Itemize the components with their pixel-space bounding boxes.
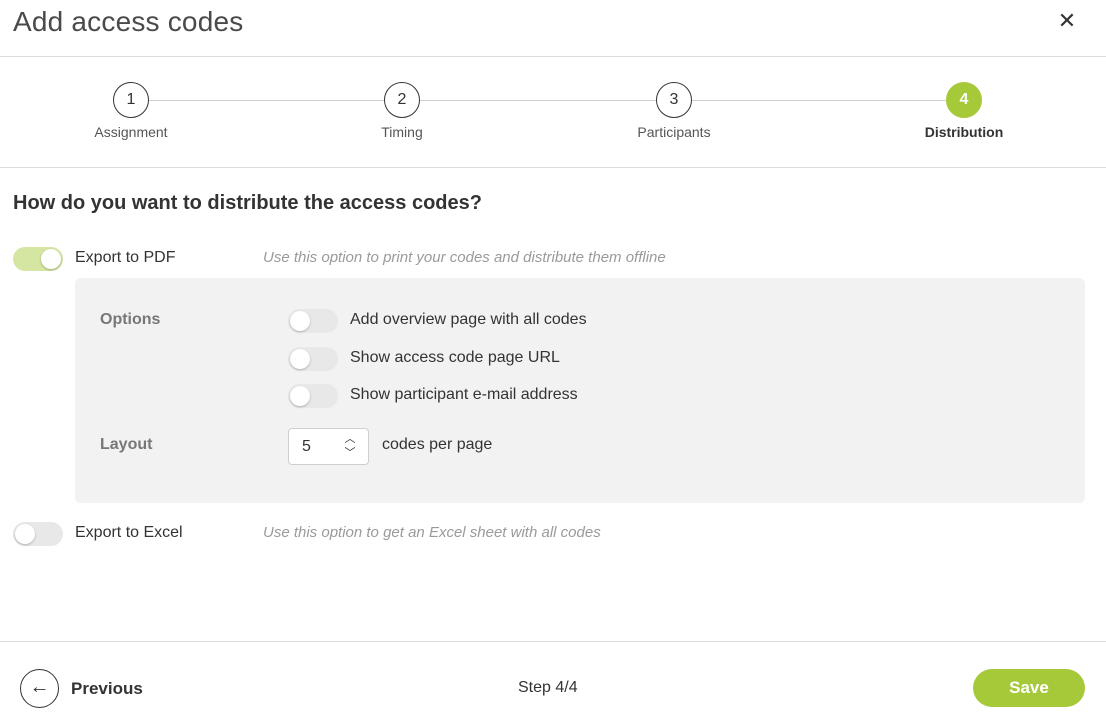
export-pdf-hint: Use this option to print your codes and … (263, 249, 666, 266)
step-label: Distribution (924, 124, 1004, 140)
close-icon[interactable]: ✕ (1054, 8, 1080, 34)
overview-page-label: Add overview page with all codes (350, 311, 587, 328)
step-label: Assignment (94, 124, 168, 140)
section-heading: How do you want to distribute the access… (13, 192, 482, 214)
show-email-label: Show participant e-mail address (350, 386, 578, 403)
toggle-knob (290, 311, 310, 331)
show-url-label: Show access code page URL (350, 349, 560, 366)
export-pdf-label: Export to PDF (75, 249, 176, 266)
step-label: Participants (637, 124, 711, 140)
export-excel-label: Export to Excel (75, 524, 183, 541)
toggle-knob (41, 249, 61, 269)
overview-page-toggle[interactable] (288, 309, 338, 333)
dialog-title: Add access codes (13, 6, 244, 37)
toggle-knob (290, 386, 310, 406)
export-excel-toggle[interactable] (13, 522, 63, 546)
step-indicator: Step 4/4 (518, 679, 578, 696)
chevron-down-icon[interactable]: ﹀ (342, 446, 358, 460)
dialog-header: Add access codes ✕ (0, 0, 1106, 57)
stepper: 1 Assignment 2 Timing 3 Participants 4 D… (0, 57, 1106, 168)
codes-per-page-label: codes per page (382, 436, 493, 453)
previous-button[interactable]: ← Previous (20, 669, 143, 708)
previous-label: Previous (71, 678, 143, 698)
step-label: Timing (381, 124, 423, 140)
save-button[interactable]: Save (973, 669, 1085, 707)
dialog-footer: ← Previous Step 4/4 Save (0, 641, 1106, 728)
step-participants[interactable]: 3 Participants (604, 82, 744, 140)
arrow-left-icon[interactable]: ← (20, 669, 59, 708)
export-pdf-toggle[interactable] (13, 247, 63, 271)
codes-per-page-value: 5 (302, 438, 311, 455)
show-email-toggle[interactable] (288, 384, 338, 408)
step-number: 1 (113, 82, 149, 118)
toggle-knob (290, 349, 310, 369)
options-heading: Options (100, 311, 161, 328)
step-number: 4 (946, 82, 982, 118)
chevron-up-icon[interactable]: ︿ (342, 432, 358, 446)
step-number: 2 (384, 82, 420, 118)
stepper-line (131, 100, 964, 101)
toggle-knob (15, 524, 35, 544)
stepper-arrows[interactable]: ︿ ﹀ (342, 432, 358, 460)
step-number: 3 (656, 82, 692, 118)
codes-per-page-stepper[interactable]: 5 ︿ ﹀ (288, 428, 369, 465)
layout-heading: Layout (100, 436, 153, 453)
step-assignment[interactable]: 1 Assignment (61, 82, 201, 140)
show-url-toggle[interactable] (288, 347, 338, 371)
step-distribution[interactable]: 4 Distribution (894, 82, 1034, 140)
export-excel-hint: Use this option to get an Excel sheet wi… (263, 524, 601, 541)
step-timing[interactable]: 2 Timing (332, 82, 472, 140)
